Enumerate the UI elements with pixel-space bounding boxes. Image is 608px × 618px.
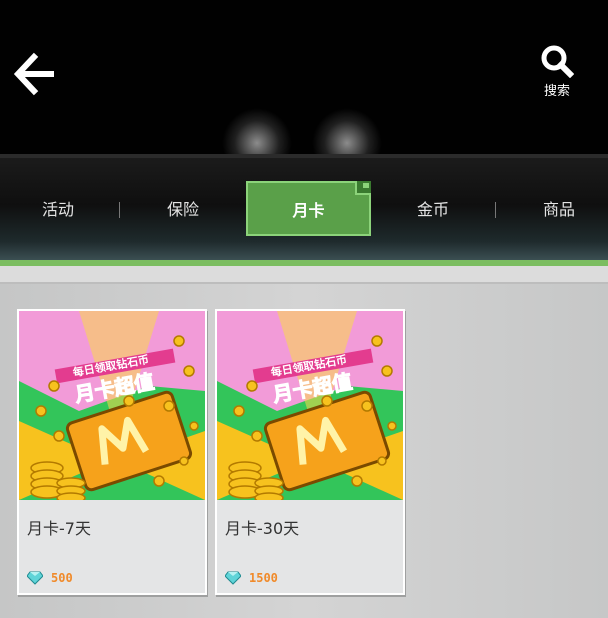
price-row: 500	[27, 569, 73, 587]
tab-label: 月卡	[292, 201, 325, 220]
back-button[interactable]	[13, 52, 60, 96]
product-price: 500	[51, 571, 73, 585]
tab-separator	[119, 202, 120, 218]
tab-gold-coins[interactable]: 金币	[373, 183, 493, 237]
product-price: 1500	[249, 571, 278, 585]
category-tabs: 活动 保险 月卡 金币 商品	[0, 158, 608, 262]
content-top-border	[0, 266, 608, 284]
monthly-card-banner-image: 每日领取钻石币 月卡超值	[19, 311, 205, 500]
monthly-card-banner-image: 每日领取钻石币 月卡超值	[217, 311, 403, 500]
tab-activities[interactable]: 活动	[0, 183, 118, 237]
tab-label: 金币	[416, 200, 449, 219]
top-bar: 搜索	[0, 0, 608, 178]
tab-label: 保险	[166, 200, 199, 219]
search-label: 搜索	[543, 84, 570, 99]
back-arrow-icon	[13, 52, 54, 96]
search-icon	[541, 45, 574, 78]
product-card[interactable]: 每日领取钻石币 月卡超值	[17, 309, 207, 595]
tab-separator	[495, 202, 496, 218]
product-card[interactable]: 每日领取钻石币 月卡超值	[215, 309, 405, 595]
product-name: 月卡-7天	[27, 519, 91, 538]
tab-label: 商品	[542, 200, 575, 219]
diamond-icon	[225, 571, 241, 585]
tab-label: 活动	[41, 200, 74, 219]
tab-monthly-card[interactable]: 月卡	[246, 181, 371, 236]
diamond-icon	[27, 571, 43, 585]
tab-insurance[interactable]: 保险	[123, 183, 243, 237]
tab-goods[interactable]: 商品	[499, 183, 608, 237]
product-grid: 每日领取钻石币 月卡超值 月卡-7天 500 每日领取钻石币 月卡超值 月卡-3…	[0, 284, 608, 618]
price-row: 1500	[225, 569, 278, 587]
search-button[interactable]: 搜索	[528, 44, 586, 106]
product-name: 月卡-30天	[225, 519, 300, 538]
tab-corner-decoration	[355, 181, 371, 195]
